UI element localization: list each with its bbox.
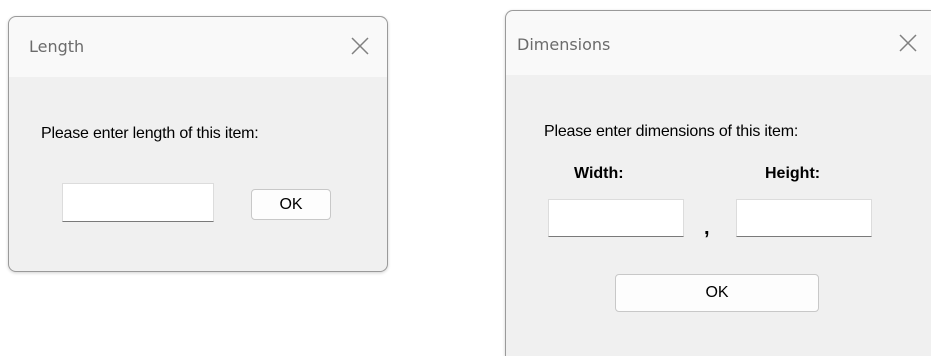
length-dialog-titlebar[interactable]: Length xyxy=(9,17,387,77)
dimensions-ok-label: OK xyxy=(705,284,729,301)
length-dialog: Length Please enter length of this item:… xyxy=(8,16,388,272)
dimensions-prompt: Please enter dimensions of this item: xyxy=(544,123,799,140)
length-ok-label: OK xyxy=(279,196,303,213)
length-ok-button[interactable]: OK xyxy=(251,189,331,220)
dimensions-dialog-titlebar[interactable]: Dimensions xyxy=(506,11,931,75)
height-input[interactable] xyxy=(736,199,872,237)
width-label: Width: xyxy=(574,165,624,182)
length-dialog-title: Length xyxy=(29,37,85,56)
length-input[interactable] xyxy=(62,183,214,222)
dimensions-ok-button[interactable]: OK xyxy=(615,274,819,312)
length-dialog-close-button[interactable] xyxy=(347,33,373,59)
close-icon xyxy=(899,34,917,52)
dimensions-dialog-close-button[interactable] xyxy=(895,30,921,56)
separator-comma: , xyxy=(704,217,710,239)
width-input[interactable] xyxy=(548,199,684,237)
dimensions-dialog: Dimensions Please enter dimensions of th… xyxy=(505,10,931,356)
length-prompt: Please enter length of this item: xyxy=(41,125,259,142)
dimensions-dialog-title: Dimensions xyxy=(517,35,611,54)
close-icon xyxy=(351,37,369,55)
height-label: Height: xyxy=(765,165,821,182)
